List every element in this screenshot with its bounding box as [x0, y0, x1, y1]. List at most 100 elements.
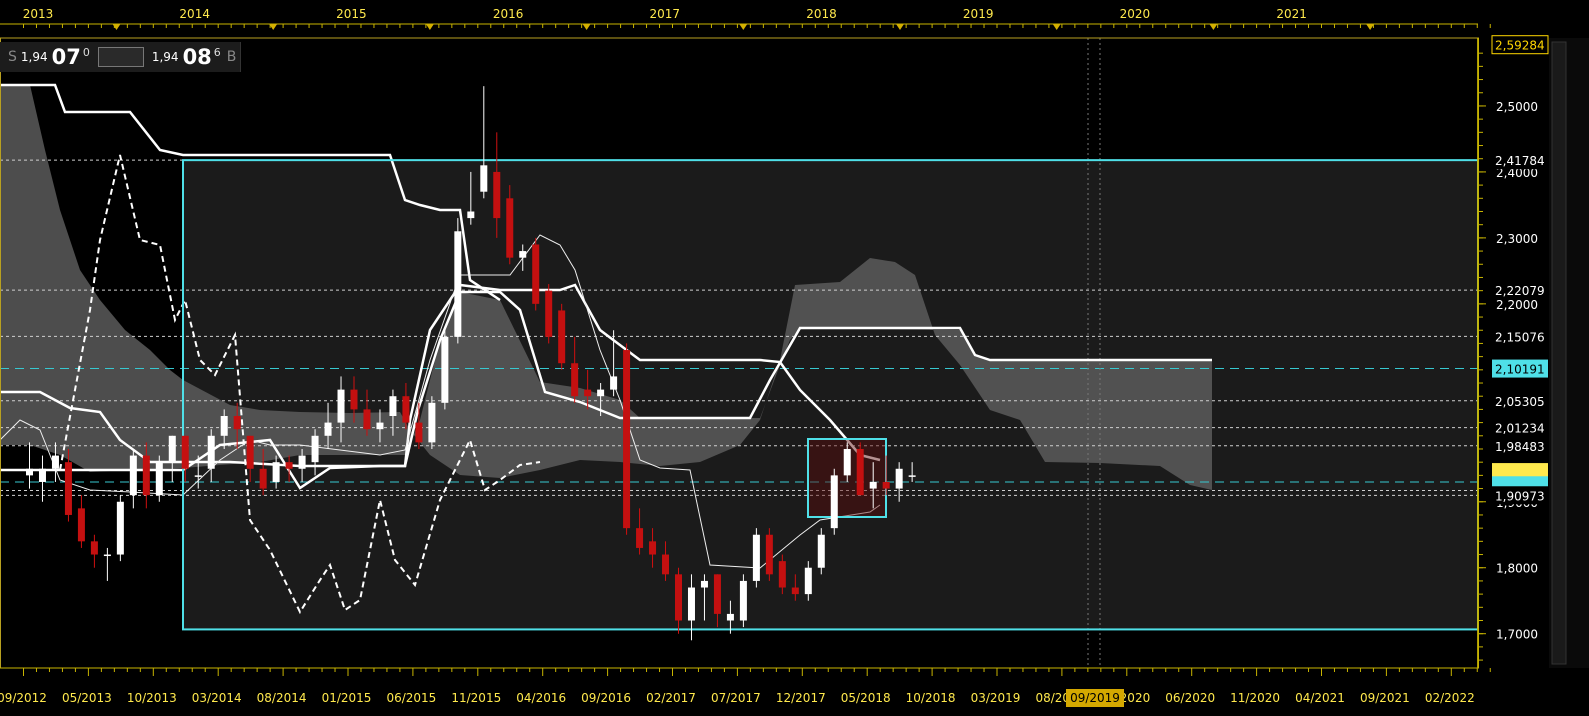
candle-body — [506, 198, 514, 258]
candle — [532, 237, 540, 311]
bid-big-figure: 1,94 — [20, 50, 48, 64]
bottom-date-label: 09/2021 — [1360, 691, 1410, 705]
price-label: 2,59284 — [1491, 35, 1549, 55]
bottom-date-label: 12/2017 — [776, 691, 826, 705]
candle — [116, 495, 124, 562]
candle — [830, 468, 838, 535]
candle-body — [454, 231, 462, 337]
candle-body — [882, 481, 890, 489]
candle-body — [610, 376, 618, 390]
candle-body — [791, 587, 799, 595]
candle-body — [778, 561, 786, 588]
y-tick-label: 1,8000 — [1496, 562, 1538, 576]
candle-body — [830, 475, 838, 529]
candle-body — [726, 613, 734, 621]
bottom-date-label: 06/2020 — [1165, 691, 1215, 705]
candle-body — [116, 501, 124, 555]
bottom-date-label: 05/2018 — [841, 691, 891, 705]
price-label: 2,15076 — [1492, 327, 1548, 346]
price-label-text: 1,98483 — [1495, 440, 1545, 454]
candle-body — [259, 468, 267, 489]
candle-body — [376, 422, 384, 430]
price-label-text: 2,01234 — [1495, 422, 1545, 436]
lot-size-input[interactable] — [97, 47, 144, 67]
candle-body — [428, 402, 436, 443]
candle-body — [571, 363, 579, 397]
candle-body — [636, 528, 644, 548]
candle — [454, 218, 462, 344]
quote-panel: S 1,94 07 0 1,94 08 6 B — [0, 42, 241, 72]
bottom-date-label: 01/2015 — [322, 691, 372, 705]
candle-body — [623, 350, 631, 529]
candle-body — [700, 580, 708, 588]
candle — [623, 343, 631, 535]
price-label-text: 2,15076 — [1495, 330, 1545, 344]
candle-body — [26, 468, 33, 476]
candle — [739, 574, 747, 628]
price-label: 2,01234 — [1492, 418, 1548, 437]
candle-body — [90, 541, 98, 555]
candle — [817, 528, 825, 575]
candle-body — [38, 468, 46, 482]
bid-fraction: 0 — [82, 46, 90, 59]
candle — [558, 303, 566, 370]
candle-body — [493, 171, 501, 219]
candle-body — [662, 554, 670, 575]
top-year-label: 2015 — [336, 7, 367, 21]
price-label: 2,10191 — [1492, 359, 1548, 378]
price-label: 2,05305 — [1492, 391, 1548, 410]
current-price-cyan — [1492, 476, 1548, 487]
top-year-label: 2019 — [963, 7, 994, 21]
candle-body — [817, 534, 825, 568]
candle-body — [415, 422, 423, 443]
top-year-label: 2018 — [806, 7, 837, 21]
candle-body — [765, 534, 773, 575]
top-year-label: 2020 — [1120, 7, 1151, 21]
cursor-date-label: 09/2019 — [1070, 691, 1120, 705]
price-label-text: 2,59284 — [1495, 39, 1545, 53]
y-tick-label: 2,2000 — [1496, 298, 1538, 312]
ask-pips: 08 — [182, 45, 212, 69]
candle-body — [194, 475, 202, 477]
y-tick-label: 2,3000 — [1496, 232, 1538, 246]
candle-body — [480, 165, 488, 192]
candle-body — [532, 244, 540, 304]
bottom-date-label: 04/2016 — [516, 691, 566, 705]
candle-body — [649, 541, 657, 555]
candle-body — [363, 409, 371, 430]
candle-body — [207, 435, 215, 469]
candle — [428, 396, 436, 449]
candle-body — [467, 211, 475, 219]
candle-body — [350, 389, 358, 410]
ask-side-label: B — [226, 49, 237, 65]
bid-side-label: S — [8, 49, 17, 65]
y-tick-label: 1,7000 — [1496, 628, 1538, 642]
bottom-date-label: 11/2020 — [1230, 691, 1280, 705]
bottom-date-label: 11/2015 — [451, 691, 501, 705]
candle-body — [856, 448, 864, 496]
candle-body — [155, 462, 163, 496]
candle-body — [233, 416, 241, 430]
candle — [765, 528, 773, 581]
price-label: 2,22079 — [1492, 281, 1548, 300]
price-label-text: 2,41784 — [1495, 154, 1545, 168]
scrollbar-bar — [1551, 41, 1567, 665]
candle-body — [168, 435, 176, 463]
candle-body — [584, 389, 592, 397]
candle — [155, 455, 163, 502]
candle-body — [181, 435, 189, 469]
price-label-text: 1,90973 — [1495, 489, 1545, 503]
price-label-text: 2,10191 — [1495, 363, 1545, 377]
candle-body — [597, 389, 605, 397]
candle-body — [908, 475, 916, 477]
bottom-date-label: 10/2018 — [906, 691, 956, 705]
candle-body — [220, 416, 228, 436]
candle — [752, 528, 760, 588]
top-year-label: 2021 — [1276, 7, 1307, 21]
bottom-date-label: 09/2012 — [0, 691, 47, 705]
candle-body — [337, 389, 345, 423]
price-label: 2,41784 — [1492, 151, 1548, 170]
candle-body — [804, 567, 812, 595]
candle-body — [142, 455, 150, 496]
candle-body — [519, 251, 527, 258]
